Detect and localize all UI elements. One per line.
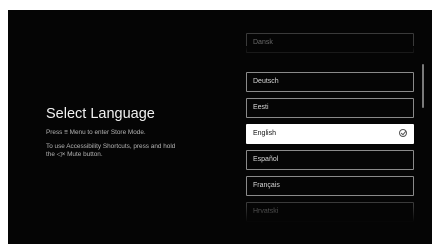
accessibility-hint: To use Accessibility Shortcuts, press an… [46,143,236,159]
store-mode-hint: Press ≡ Menu to enter Store Mode. [46,129,236,137]
language-option-dansk[interactable]: Dansk [246,33,414,53]
page-title: Select Language [46,106,155,122]
language-label: Español [253,156,279,163]
language-option-francais[interactable]: Français [246,176,414,196]
language-option-english[interactable]: English [246,124,414,144]
language-option-espanol[interactable]: Español [246,150,414,170]
tv-screen: Select Language Press ≡ Menu to enter St… [8,10,432,244]
language-option-deutsch[interactable]: Deutsch [246,72,414,92]
language-label: Hrvatski [253,208,279,215]
language-label: Français [253,182,280,189]
accessibility-prefix: the [46,151,57,158]
language-label: Deutsch [253,78,279,85]
store-mode-suffix: Menu to enter Store Mode. [67,129,146,136]
store-mode-prefix: Press [46,129,65,136]
language-list[interactable]: Dansk Deutsch Eesti English Español Fran… [246,33,416,222]
language-label: Eesti [253,104,269,111]
language-option-eesti[interactable]: Eesti [246,98,414,118]
info-panel: Select Language Press ≡ Menu to enter St… [46,105,236,165]
language-label: English [253,130,276,137]
language-label: Dansk [253,39,273,46]
accessibility-suffix: Mute button. [65,151,103,158]
language-option-hrvatski[interactable]: Hrvatski [246,202,414,222]
scrollbar[interactable] [422,64,424,108]
accessibility-line1: To use Accessibility Shortcuts, press an… [46,143,176,150]
checkmark-icon [399,129,407,137]
